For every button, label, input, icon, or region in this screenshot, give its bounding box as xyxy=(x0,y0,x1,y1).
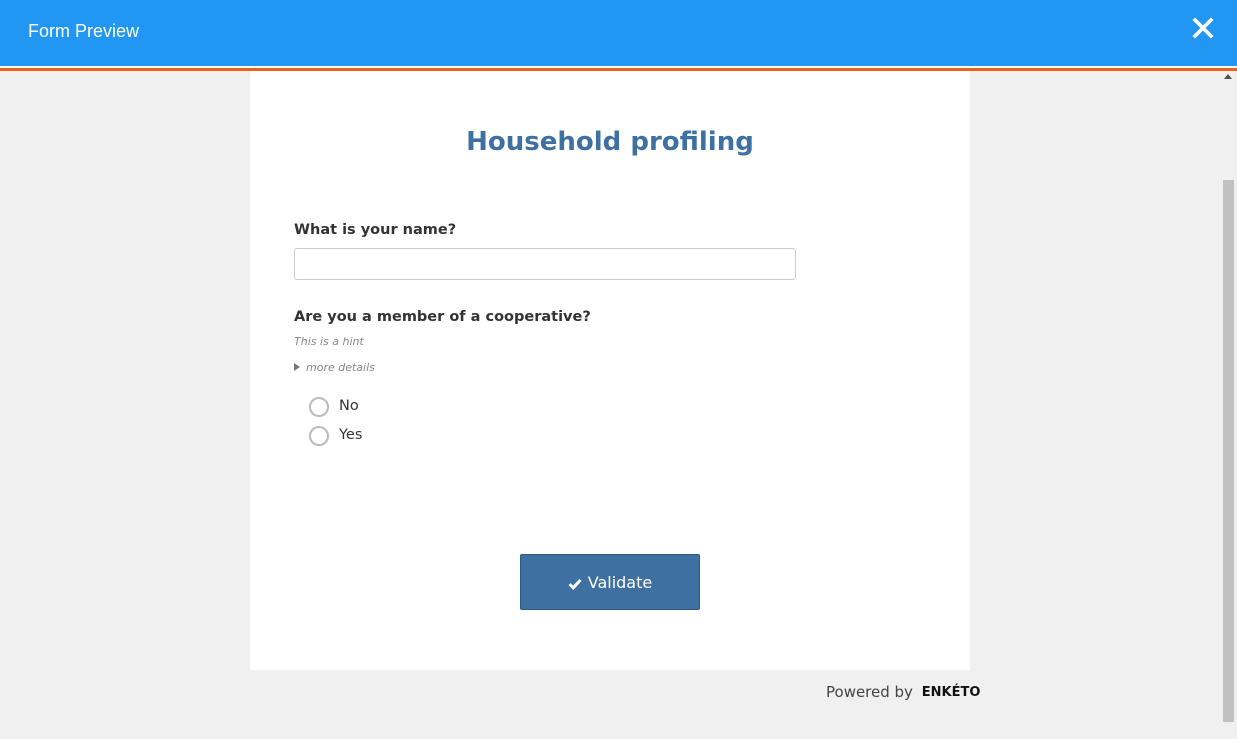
caret-right-icon xyxy=(294,363,300,371)
radio-button-no[interactable] xyxy=(309,397,329,417)
close-icon[interactable] xyxy=(1191,16,1215,40)
name-input[interactable] xyxy=(294,248,796,280)
radio-label-no: No xyxy=(339,398,359,414)
form-card: Household profiling What is your name? A… xyxy=(250,71,970,670)
radio-button-yes[interactable] xyxy=(309,426,329,446)
powered-by: Powered by ENKÉTO xyxy=(826,683,980,701)
radio-label-yes: Yes xyxy=(339,427,363,443)
powered-by-text: Powered by xyxy=(826,683,913,701)
scrollbar-thumb[interactable] xyxy=(1223,180,1234,722)
more-details-label: more details xyxy=(306,361,375,374)
validate-button[interactable]: Validate xyxy=(520,554,700,610)
enketo-logo[interactable]: ENKÉTO xyxy=(922,685,981,700)
validate-label: Validate xyxy=(587,573,653,592)
scroll-up-arrow-icon[interactable] xyxy=(1224,74,1232,79)
question-hint: This is a hint xyxy=(294,335,364,348)
preview-header: Form Preview xyxy=(0,0,1237,66)
check-icon xyxy=(568,578,582,590)
close-button[interactable] xyxy=(1191,16,1215,40)
header-title: Form Preview xyxy=(28,21,140,41)
more-details-toggle[interactable]: more details xyxy=(294,361,375,374)
question-name-label: What is your name? xyxy=(294,222,457,238)
question-cooperative-label: Are you a member of a cooperative? xyxy=(294,309,591,325)
form-title: Household profiling xyxy=(466,127,754,157)
